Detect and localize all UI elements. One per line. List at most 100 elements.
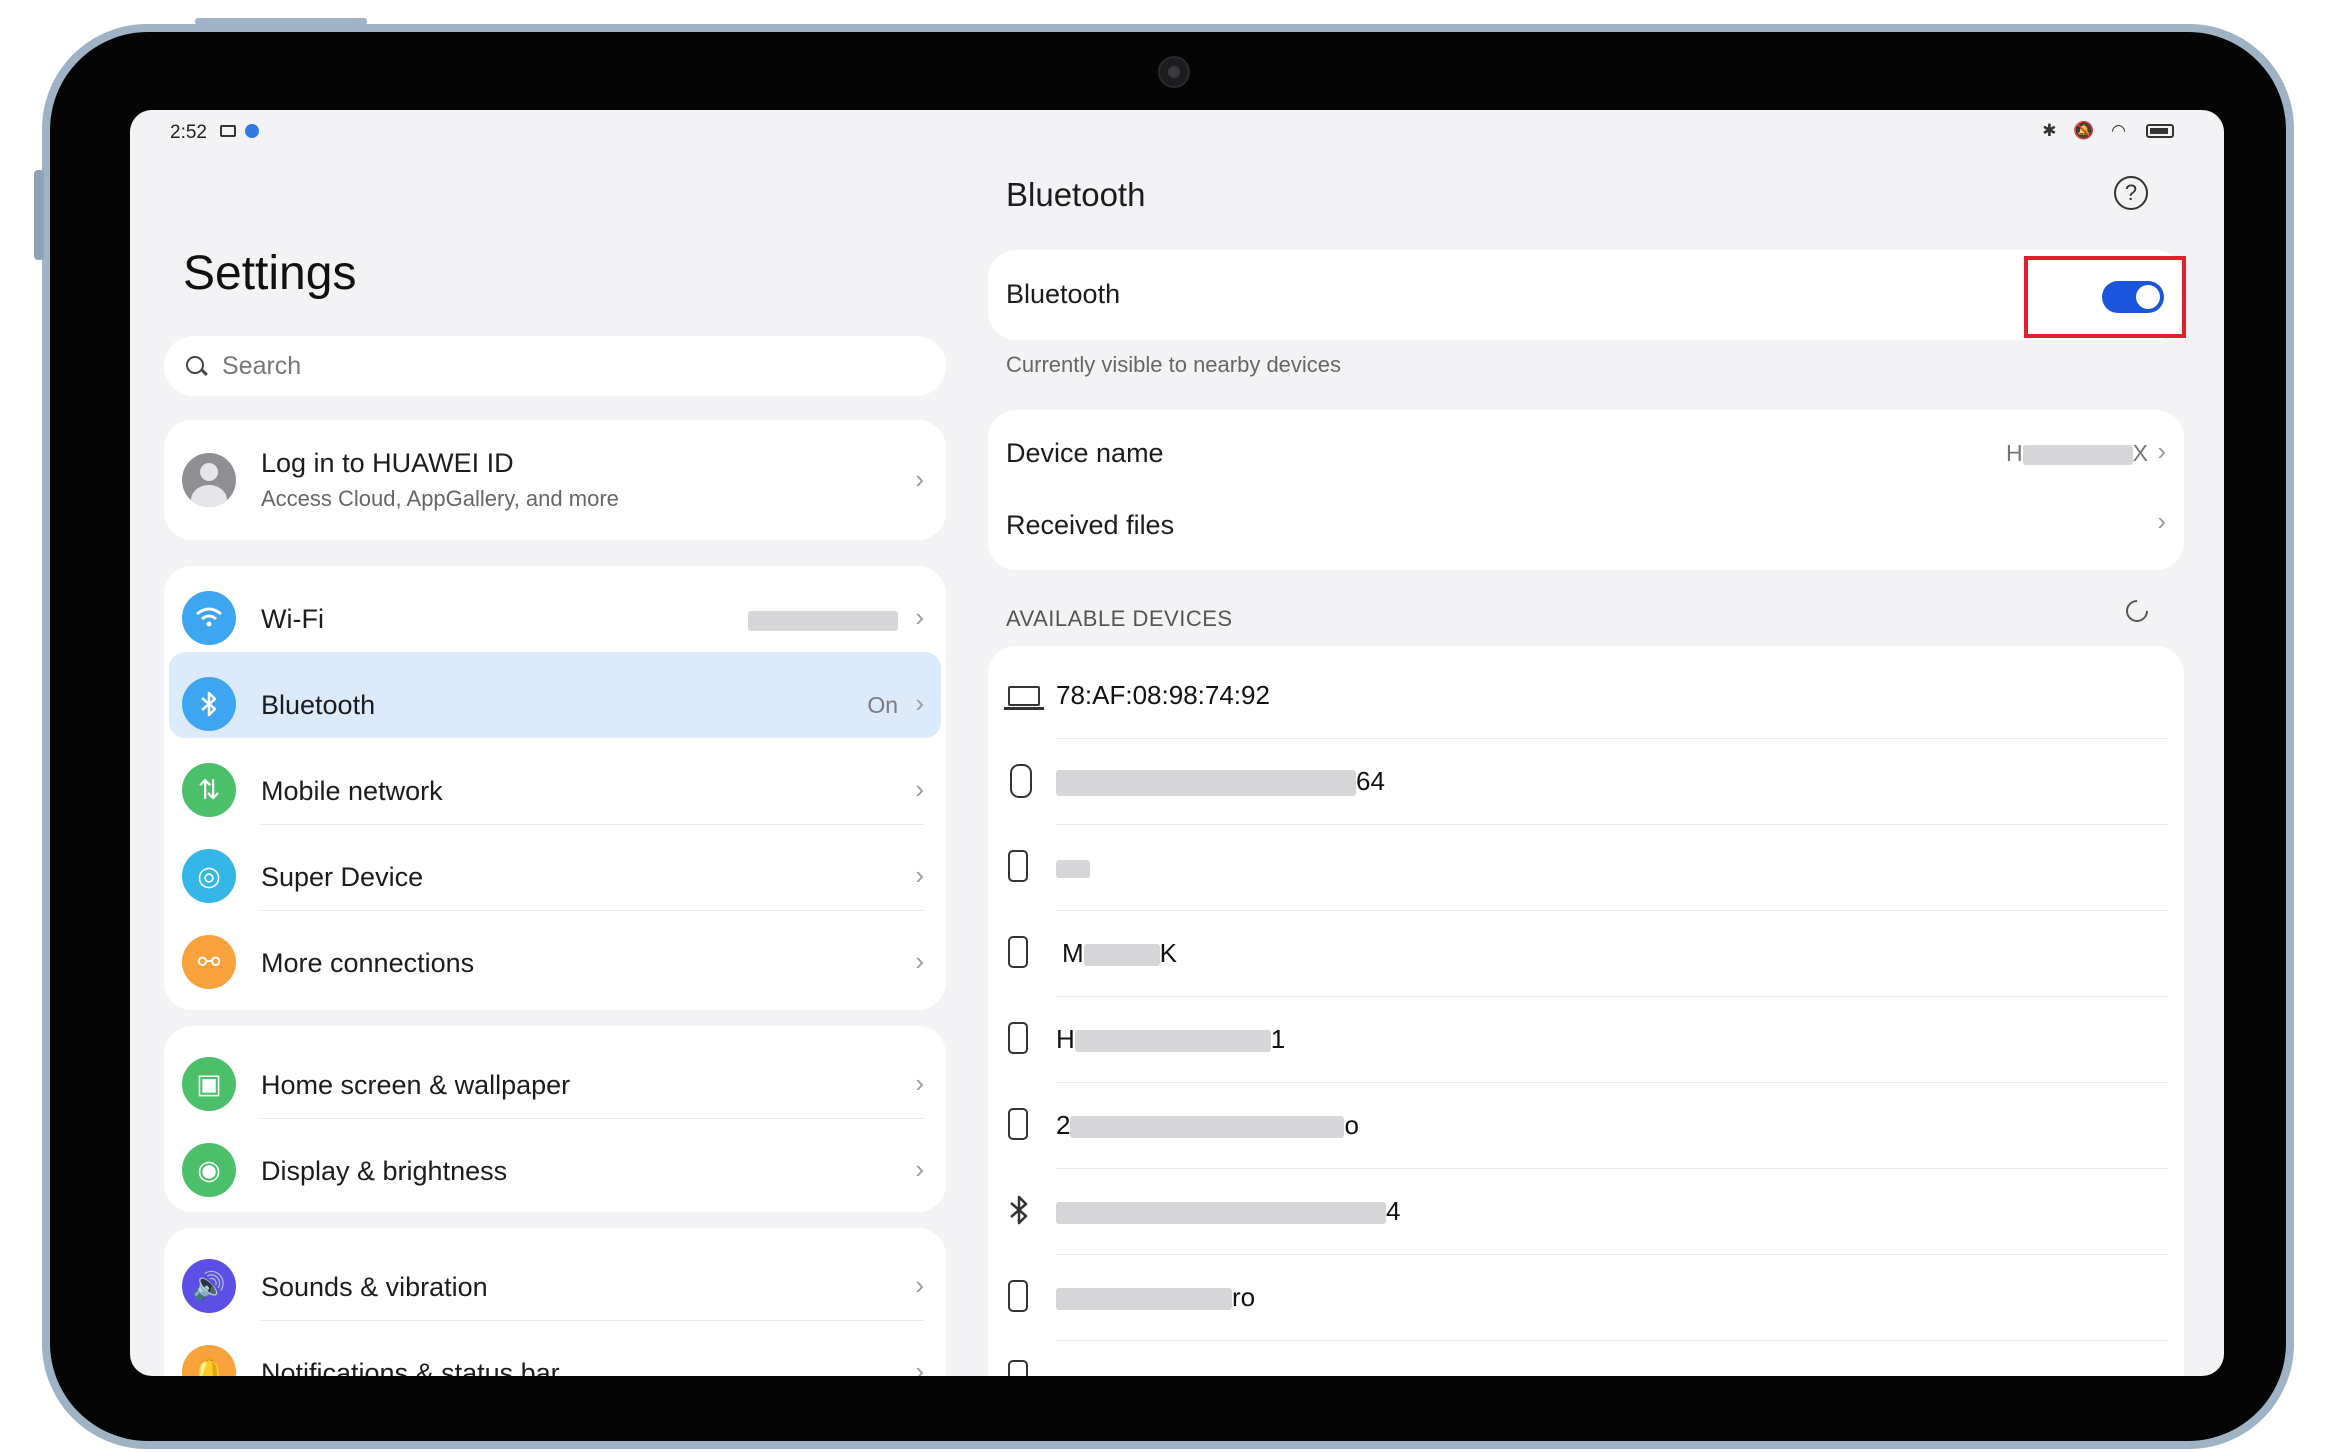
- sidebar-item-mobile-network[interactable]: ⇅ Mobile network ›: [164, 738, 946, 824]
- phone-icon: [1008, 1022, 1028, 1054]
- detail-title: Bluetooth: [1006, 176, 1146, 213]
- sidebar-item-more-connections[interactable]: ⚯ More connections ›: [164, 910, 946, 996]
- wallpaper-icon: ▣: [182, 1057, 236, 1111]
- chevron-right-icon: ›: [915, 1068, 924, 1098]
- laptop-icon: [1004, 686, 1044, 710]
- sidebar-item-label: Sounds & vibration: [261, 1272, 488, 1302]
- app-notification-icon: [245, 124, 259, 138]
- search-placeholder: Search: [222, 352, 302, 380]
- device-name: ro: [1056, 1282, 1255, 1313]
- search-icon: [186, 356, 204, 374]
- device-name: 78:AF:08:98:74:92: [1056, 680, 1270, 710]
- chevron-right-icon: ›: [915, 946, 924, 976]
- chevron-right-icon: ›: [915, 860, 924, 890]
- wifi-icon: [182, 591, 236, 645]
- account-title: Log in to HUAWEI ID: [261, 448, 514, 478]
- refresh-icon[interactable]: [2121, 595, 2153, 627]
- sidebar-item-label: Bluetooth: [261, 690, 376, 720]
- super-device-icon: ◎: [182, 849, 236, 903]
- front-camera: [1158, 56, 1190, 88]
- bluetooth-icon: [1008, 1194, 1030, 1231]
- sidebar-item-label: Display & brightness: [261, 1156, 508, 1186]
- sidebar-item-label: Wi-Fi: [261, 604, 324, 634]
- sidebar-item-bluetooth[interactable]: Bluetooth On ›: [169, 652, 941, 738]
- chevron-right-icon: ›: [2157, 506, 2166, 536]
- phone-icon: [1008, 1108, 1028, 1140]
- received-files-row[interactable]: Received files ›: [988, 490, 2184, 570]
- eye-icon: ◉: [182, 1143, 236, 1197]
- device-name: 64: [1056, 766, 1385, 797]
- device-name-label: Device name: [1006, 438, 1164, 468]
- device-item[interactable]: H1: [988, 996, 2184, 1082]
- chevron-right-icon: ›: [915, 688, 924, 718]
- device-item-partial[interactable]: [988, 1340, 2184, 1376]
- device-item[interactable]: 4: [988, 1168, 2184, 1254]
- phone-icon: [1008, 936, 1028, 968]
- visibility-text: Currently visible to nearby devices: [1006, 352, 1342, 377]
- available-devices-header: AVAILABLE DEVICES: [1006, 606, 1233, 631]
- device-item[interactable]: 78:AF:08:98:74:92: [988, 652, 2184, 738]
- display-card: ▣ Home screen & wallpaper › ◉ Display & …: [164, 1026, 946, 1212]
- watch-icon: [1010, 764, 1032, 798]
- device-name-row[interactable]: Device name HX ›: [988, 410, 2184, 490]
- battery-icon: [2146, 124, 2174, 138]
- status-bar: 2:52 ✱ 🔕 ◠: [130, 110, 2224, 152]
- bluetooth-icon: [182, 677, 236, 731]
- device-name-value: HX: [2006, 440, 2148, 466]
- device-name: MK: [1062, 938, 1178, 968]
- phone-icon: [1008, 1280, 1028, 1312]
- chevron-right-icon: ›: [915, 774, 924, 804]
- device-item[interactable]: ro: [988, 1254, 2184, 1340]
- sound-card: 🔊 Sounds & vibration › 🔔 Notifications &…: [164, 1228, 946, 1376]
- sidebar-item-notifications[interactable]: 🔔 Notifications & status bar ›: [164, 1320, 946, 1376]
- mobile-data-icon: ⇅: [182, 763, 236, 817]
- sidebar-item-label: Home screen & wallpaper: [261, 1070, 571, 1100]
- page-title: Settings: [183, 247, 357, 300]
- chevron-right-icon: ›: [2157, 436, 2166, 466]
- wifi-network-value: [748, 606, 898, 633]
- bell-icon: 🔔: [182, 1345, 236, 1376]
- sidebar-item-label: Notifications & status bar: [261, 1358, 560, 1376]
- device-item[interactable]: [988, 824, 2184, 910]
- device-info-card: Device name HX › Received files ›: [988, 410, 2184, 570]
- chevron-right-icon: ›: [915, 1356, 924, 1376]
- sidebar-item-display[interactable]: ◉ Display & brightness ›: [164, 1118, 946, 1204]
- chevron-right-icon: ›: [915, 602, 924, 632]
- device-item[interactable]: MK: [988, 910, 2184, 996]
- sidebar-item-label: Super Device: [261, 862, 424, 892]
- account-card[interactable]: Log in to HUAWEI ID Access Cloud, AppGal…: [164, 420, 946, 540]
- connectivity-card: Wi-Fi › Bluetooth On › ⇅ Mobile network …: [164, 566, 946, 1010]
- status-time: 2:52: [170, 122, 207, 143]
- highlight-box: [2024, 256, 2186, 338]
- sidebar-item-label: Mobile network: [261, 776, 443, 806]
- received-files-label: Received files: [1006, 510, 1175, 540]
- chevron-right-icon: ›: [915, 1154, 924, 1184]
- sidebar-item-home-screen[interactable]: ▣ Home screen & wallpaper ›: [164, 1032, 946, 1118]
- speaker-icon: 🔊: [182, 1259, 236, 1313]
- chevron-right-icon: ›: [915, 1270, 924, 1300]
- device-item[interactable]: 64: [988, 738, 2184, 824]
- sidebar-item-sounds[interactable]: 🔊 Sounds & vibration ›: [164, 1234, 946, 1320]
- avatar: [182, 453, 236, 507]
- search-input[interactable]: Search: [164, 336, 946, 396]
- sidebar-item-wifi[interactable]: Wi-Fi ›: [164, 566, 946, 652]
- bluetooth-status: On: [867, 692, 898, 718]
- device-name: 2o: [1056, 1110, 1359, 1140]
- device-item[interactable]: 2o: [988, 1082, 2184, 1168]
- screen: 2:52 ✱ 🔕 ◠ Settings Search Log in to HUA…: [130, 110, 2224, 1376]
- side-button: [34, 170, 44, 260]
- account-subtitle: Access Cloud, AppGallery, and more: [261, 486, 619, 511]
- phone-icon: [1008, 1360, 1028, 1376]
- sidebar-item-super-device[interactable]: ◎ Super Device ›: [164, 824, 946, 910]
- device-name: 4: [1056, 1196, 1400, 1227]
- device-name: H1: [1056, 1024, 1286, 1054]
- device-name: [1056, 852, 1090, 883]
- link-icon: ⚯: [182, 935, 236, 989]
- notification-icon: [220, 125, 236, 137]
- help-icon[interactable]: ?: [2114, 176, 2148, 210]
- bluetooth-toggle-label: Bluetooth: [1006, 279, 1121, 309]
- status-icons: ✱ 🔕 ◠: [2042, 121, 2132, 140]
- sidebar-item-label: More connections: [261, 948, 475, 978]
- chevron-right-icon: ›: [915, 464, 924, 494]
- phone-icon: [1008, 850, 1028, 882]
